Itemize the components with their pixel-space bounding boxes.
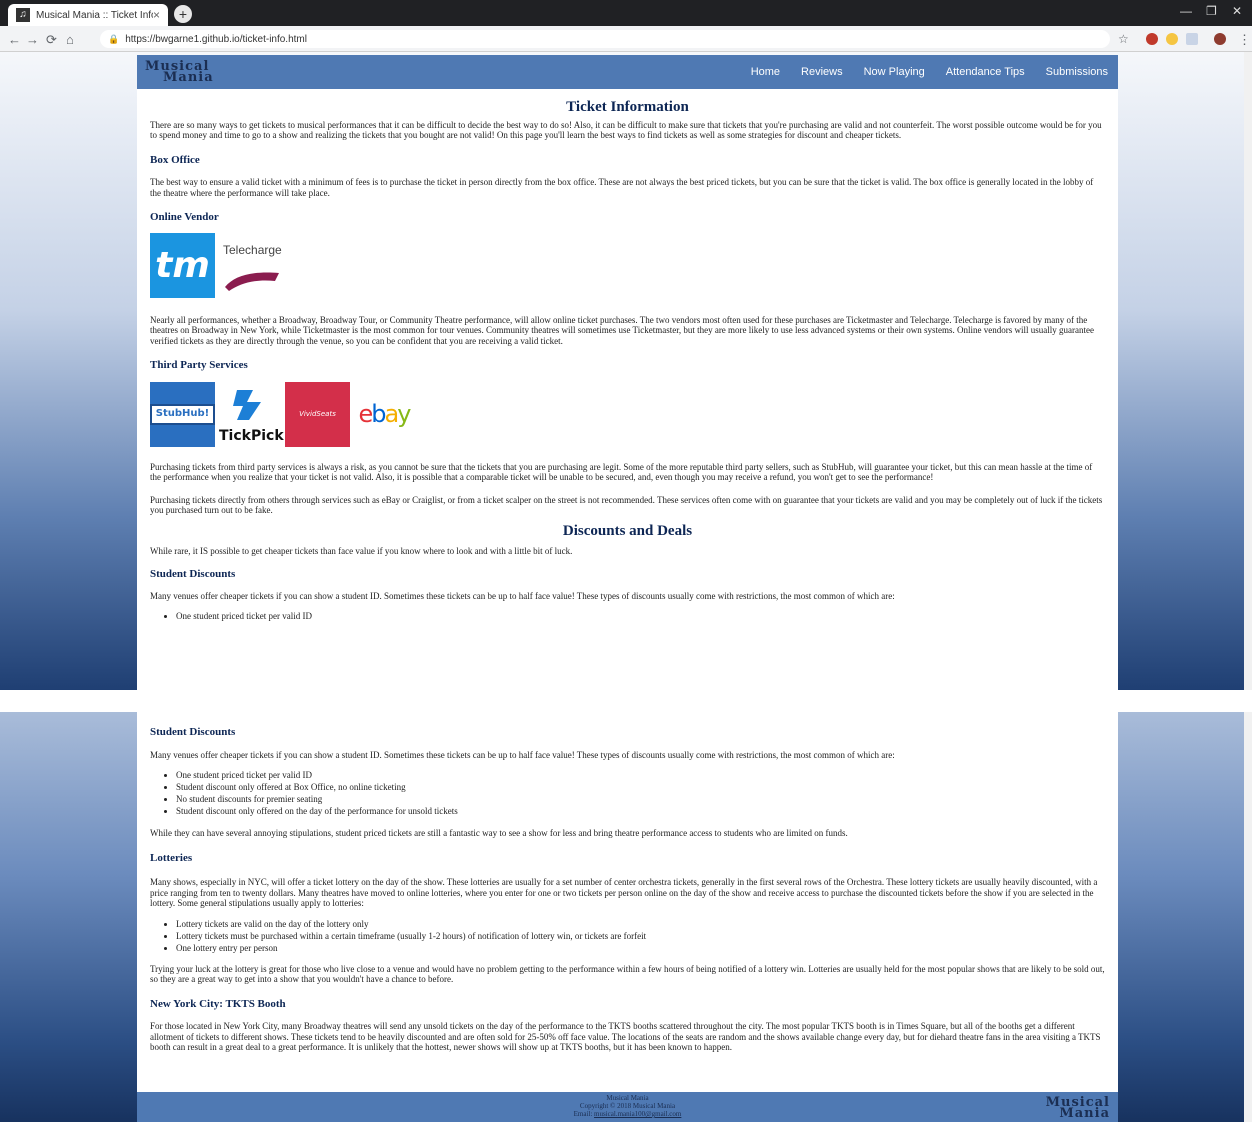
email-link[interactable]: musical.mania100@gmail.com [594, 1110, 681, 1118]
telecharge-ribbon-icon [225, 272, 279, 291]
page-container: Student Discounts Many venues offer chea… [137, 712, 1118, 1092]
screenshot-bottom: Student Discounts Many venues offer chea… [0, 712, 1252, 1122]
third-party-text-1: Purchasing tickets from third party serv… [150, 461, 1093, 483]
lottery-stipulations-list: Lottery tickets are valid on the day of … [176, 918, 1105, 954]
ticketmaster-logo: tm [150, 233, 215, 298]
menu-icon[interactable]: ⋮ [1238, 32, 1251, 48]
screenshot-top: ♫ Musical Mania :: Ticket Info × + — ❐ ✕… [0, 0, 1252, 690]
online-vendor-heading: Online Vendor [150, 211, 219, 223]
page-container: Musical Mania Home Reviews Now Playing A… [137, 55, 1118, 690]
url-text: https://bwgarne1.github.io/ticket-info.h… [125, 33, 307, 45]
list-item: Student discount only offered at Box Off… [176, 781, 1105, 793]
student-discounts-text: Many venues offer cheaper tickets if you… [150, 749, 895, 760]
student-discounts-after: While they can have several annoying sti… [150, 828, 848, 838]
student-discounts-text: Many venues offer cheaper tickets if you… [150, 591, 895, 601]
page-content: Student Discounts Many venues offer chea… [137, 712, 1118, 1053]
nav-home[interactable]: Home [751, 66, 780, 78]
new-tab-button[interactable]: + [174, 5, 192, 23]
nav-attendance-tips[interactable]: Attendance Tips [946, 66, 1025, 78]
music-note-icon: ♫ [16, 8, 30, 22]
third-party-heading: Third Party Services [150, 359, 248, 371]
extension-shield-icon[interactable] [1146, 33, 1158, 45]
extension-icon[interactable] [1186, 33, 1198, 45]
list-item: One student priced ticket per valid ID [176, 769, 1105, 781]
scrollbar[interactable] [1244, 712, 1252, 1122]
extension-icon[interactable] [1166, 33, 1178, 45]
nav-submissions[interactable]: Submissions [1046, 66, 1108, 78]
student-restrictions-list: One student priced ticket per valid ID S… [176, 769, 1105, 817]
browser-tabstrip: ♫ Musical Mania :: Ticket Info × + — ❐ ✕ [0, 0, 1252, 26]
site-footer: Musical Mania Copyright © 2018 Musical M… [137, 1092, 1118, 1122]
footer-copyright: Copyright © 2018 Musical Mania [579, 1102, 676, 1110]
footer-email: Email: musical.mania100@gmail.com [573, 1110, 682, 1118]
list-item: No student discounts for premier seating [176, 793, 1105, 805]
nav-reviews[interactable]: Reviews [801, 66, 843, 78]
browser-tab[interactable]: ♫ Musical Mania :: Ticket Info × [8, 4, 168, 26]
tkts-text: For those located in New York City, many… [150, 1021, 1101, 1052]
third-party-text-2: Purchasing tickets directly from others … [150, 494, 1103, 516]
discounts-heading: Discounts and Deals [562, 522, 693, 539]
discounts-intro: While rare, it IS possible to get cheape… [150, 546, 573, 556]
box-office-text: The best way to ensure a valid ticket wi… [150, 177, 1094, 198]
browser-toolbar: ← → ⟳ ⌂ 🔒 https://bwgarne1.github.io/tic… [0, 26, 1252, 52]
address-bar[interactable]: 🔒 https://bwgarne1.github.io/ticket-info… [100, 30, 1110, 48]
lotteries-text: Many shows, especially in NYC, will offe… [150, 877, 1098, 908]
student-discounts-heading: Student Discounts [150, 567, 236, 580]
student-discounts-heading: Student Discounts [150, 726, 236, 738]
list-item: One student priced ticket per valid ID [176, 610, 1105, 622]
reload-icon[interactable]: ⟳ [46, 32, 57, 48]
student-restrictions-list: One student priced ticket per valid ID [176, 610, 1105, 622]
nav-now-playing[interactable]: Now Playing [864, 66, 925, 78]
close-icon[interactable]: × [153, 8, 160, 22]
list-item: Lottery tickets are valid on the day of … [176, 918, 1105, 930]
page-content: Ticket Information There are so many way… [137, 99, 1118, 622]
forward-icon[interactable]: → [26, 32, 39, 47]
lock-icon: 🔒 [108, 33, 120, 44]
main-nav: Home Reviews Now Playing Attendance Tips… [751, 66, 1110, 78]
lotteries-heading: Lotteries [150, 851, 193, 864]
intro-text: There are so many ways to get tickets to… [150, 119, 1102, 141]
ebay-logo: ebay [358, 400, 412, 429]
vividseats-logo: VividSeats [285, 382, 350, 447]
back-icon[interactable]: ← [8, 32, 21, 47]
footer-logo[interactable]: Musical Mania [1046, 1096, 1110, 1120]
third-party-logos: StubHub! TickPick VividSeats ebay [149, 382, 1105, 448]
tkts-heading: New York City: TKTS Booth [150, 997, 286, 1010]
tab-title: Musical Mania :: Ticket Info [36, 9, 153, 21]
home-icon[interactable]: ⌂ [66, 32, 74, 47]
tickpick-mark-icon [233, 390, 261, 420]
star-icon[interactable]: ☆ [1118, 32, 1129, 46]
site-logo[interactable]: Musical Mania [145, 60, 214, 84]
lotteries-after: Trying your luck at the lottery is great… [150, 963, 1105, 985]
tickpick-logo: TickPick [215, 382, 285, 447]
window-close-icon[interactable]: ✕ [1232, 4, 1242, 18]
list-item: Student discount only offered on the day… [176, 805, 1105, 817]
maximize-icon[interactable]: ❐ [1206, 4, 1217, 18]
list-item: One lottery entry per person [176, 942, 1105, 954]
site-header: Musical Mania Home Reviews Now Playing A… [137, 55, 1118, 89]
list-item: Lottery tickets must be purchased within… [176, 930, 1105, 942]
footer-site-name: Musical Mania [606, 1094, 649, 1102]
vendor-logos: tm Telecharge [150, 233, 1105, 299]
scrollbar[interactable] [1244, 52, 1252, 690]
stubhub-logo: StubHub! [149, 382, 216, 447]
page-title: Ticket Information [566, 99, 689, 115]
online-vendor-text: Nearly all performances, whether a Broad… [150, 314, 1094, 346]
minimize-icon[interactable]: — [1180, 4, 1192, 18]
box-office-heading: Box Office [150, 153, 200, 166]
telecharge-logo: Telecharge [221, 233, 291, 299]
profile-avatar[interactable] [1214, 33, 1226, 45]
